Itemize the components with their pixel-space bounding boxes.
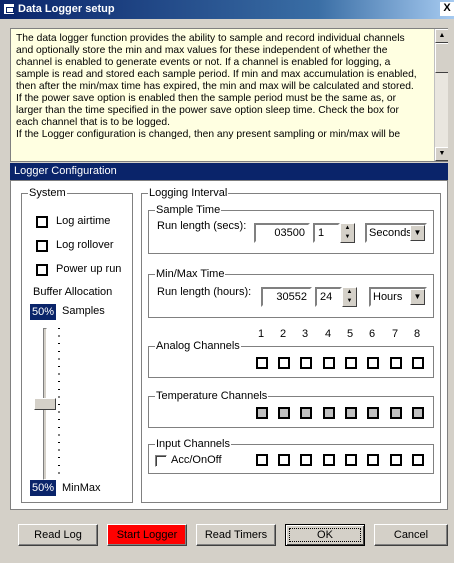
acc-onoff-label: Acc/OnOff xyxy=(171,454,222,466)
temperature-channel-checkbox[interactable] xyxy=(367,407,379,419)
sample-unit-select[interactable]: Seconds ▼ xyxy=(365,223,427,243)
window-title: Data Logger setup xyxy=(18,3,115,15)
sample-time-group: Sample Time Run length (secs): 03500 1 ▲… xyxy=(148,204,434,254)
sample-spin-arrows-icon[interactable]: ▲ ▼ xyxy=(340,223,355,243)
read-timers-button[interactable]: Read Timers xyxy=(196,524,276,546)
analog-channel-checkbox[interactable] xyxy=(278,357,290,369)
log-airtime-checkbox[interactable] xyxy=(36,216,48,228)
temperature-channel-checkbox[interactable] xyxy=(278,407,290,419)
input-channel-checkbox[interactable] xyxy=(256,454,268,466)
input-channel-checkbox[interactable] xyxy=(367,454,379,466)
scroll-up-icon[interactable]: ▲ xyxy=(435,29,448,43)
analog-channel-checkbox[interactable] xyxy=(256,357,268,369)
channel-number: 2 xyxy=(279,328,287,340)
data-logger-setup-dialog: Data Logger setup X The data logger func… xyxy=(0,0,454,563)
sample-run-length-input[interactable]: 03500 xyxy=(254,223,310,243)
info-scrollbar[interactable]: ▲ ▼ xyxy=(434,29,448,161)
temperature-channel-checkbox[interactable] xyxy=(256,407,268,419)
minmax-run-length-label: Run length (hours): xyxy=(157,286,252,298)
input-channel-checkbox[interactable] xyxy=(390,454,402,466)
chevron-down-icon[interactable]: ▼ xyxy=(410,225,425,241)
input-channel-checkbox[interactable] xyxy=(323,454,335,466)
chevron-down-icon[interactable]: ▼ xyxy=(410,289,425,305)
window-icon xyxy=(3,3,15,15)
minmax-percent: 50% xyxy=(30,480,56,496)
system-group: System Log airtime Log rollover Power up… xyxy=(21,187,133,503)
title-bar: Data Logger setup X xyxy=(0,0,454,19)
temperature-channels-group: Temperature Channels xyxy=(148,390,434,428)
logging-interval-group: Logging Interval Sample Time Run length … xyxy=(141,187,441,503)
logging-interval-legend: Logging Interval xyxy=(148,187,229,199)
buffer-slider-thumb[interactable] xyxy=(34,398,56,410)
power-up-run-label: Power up run xyxy=(56,263,122,275)
info-panel: The data logger function provides the ab… xyxy=(10,28,448,162)
read-log-button[interactable]: Read Log xyxy=(18,524,98,546)
minmax-time-legend: Min/Max Time xyxy=(155,268,226,280)
analog-channel-checkbox[interactable] xyxy=(300,357,312,369)
channel-number: 7 xyxy=(391,328,399,340)
minmax-run-length-input[interactable]: 30552 xyxy=(261,287,312,307)
temperature-channel-checkbox[interactable] xyxy=(323,407,335,419)
cancel-button[interactable]: Cancel xyxy=(374,524,448,546)
system-legend: System xyxy=(28,187,67,199)
analog-channel-checkbox[interactable] xyxy=(367,357,379,369)
analog-channel-checkbox[interactable] xyxy=(345,357,357,369)
power-up-run-checkbox[interactable] xyxy=(36,264,48,276)
temperature-channel-checkbox[interactable] xyxy=(300,407,312,419)
ok-button[interactable]: OK xyxy=(285,524,365,546)
analog-channel-checkbox[interactable] xyxy=(390,357,402,369)
log-airtime-label: Log airtime xyxy=(56,215,111,227)
sample-unit-value: Seconds xyxy=(369,227,412,239)
temperature-channels-legend: Temperature Channels xyxy=(155,390,269,402)
input-channels-legend: Input Channels xyxy=(155,438,231,450)
analog-channel-checkbox[interactable] xyxy=(323,357,335,369)
analog-channels-legend: Analog Channels xyxy=(155,340,241,352)
minmax-spin-arrows-icon[interactable]: ▲ ▼ xyxy=(342,287,357,307)
logger-configuration-header: Logger Configuration xyxy=(10,163,448,180)
log-rollover-checkbox[interactable] xyxy=(36,240,48,252)
input-channel-checkbox[interactable] xyxy=(300,454,312,466)
log-rollover-label: Log rollover xyxy=(56,239,114,251)
input-channel-checkbox[interactable] xyxy=(412,454,424,466)
input-channel-checkbox[interactable] xyxy=(278,454,290,466)
minmax-unit-value: Hours xyxy=(373,291,403,303)
input-channels-group: Input Channels Acc/OnOff xyxy=(148,438,434,474)
minmax-spin-input[interactable]: 24 xyxy=(315,287,342,307)
info-text: The data logger function provides the ab… xyxy=(16,33,417,140)
channel-number: 5 xyxy=(346,328,354,340)
analog-channels-group: Analog Channels xyxy=(148,340,434,378)
sample-spin-input[interactable]: 1 xyxy=(313,223,340,243)
channel-number: 3 xyxy=(301,328,309,340)
channel-number: 1 xyxy=(257,328,265,340)
temperature-channel-checkbox[interactable] xyxy=(412,407,424,419)
temperature-channel-checkbox[interactable] xyxy=(345,407,357,419)
scroll-thumb[interactable] xyxy=(435,43,448,73)
close-icon[interactable]: X xyxy=(440,2,454,16)
minmax-label: MinMax xyxy=(62,482,101,494)
channel-number: 6 xyxy=(368,328,376,340)
channel-number: 8 xyxy=(413,328,421,340)
sample-run-length-label: Run length (secs): xyxy=(157,220,247,232)
scroll-down-icon[interactable]: ▼ xyxy=(435,147,448,161)
minmax-time-group: Min/Max Time Run length (hours): 30552 2… xyxy=(148,268,434,318)
samples-label: Samples xyxy=(62,305,105,317)
start-logger-button[interactable]: Start Logger xyxy=(107,524,187,546)
slider-ticks xyxy=(58,328,60,480)
channel-number: 4 xyxy=(324,328,332,340)
acc-onoff-checkbox[interactable] xyxy=(155,455,167,467)
sample-time-legend: Sample Time xyxy=(155,204,222,216)
samples-percent: 50% xyxy=(30,304,56,320)
logger-configuration-body: System Log airtime Log rollover Power up… xyxy=(10,180,448,510)
buffer-allocation-label: Buffer Allocation xyxy=(33,286,113,298)
analog-channel-checkbox[interactable] xyxy=(412,357,424,369)
minmax-unit-select[interactable]: Hours ▼ xyxy=(369,287,427,307)
input-channel-checkbox[interactable] xyxy=(345,454,357,466)
temperature-channel-checkbox[interactable] xyxy=(390,407,402,419)
